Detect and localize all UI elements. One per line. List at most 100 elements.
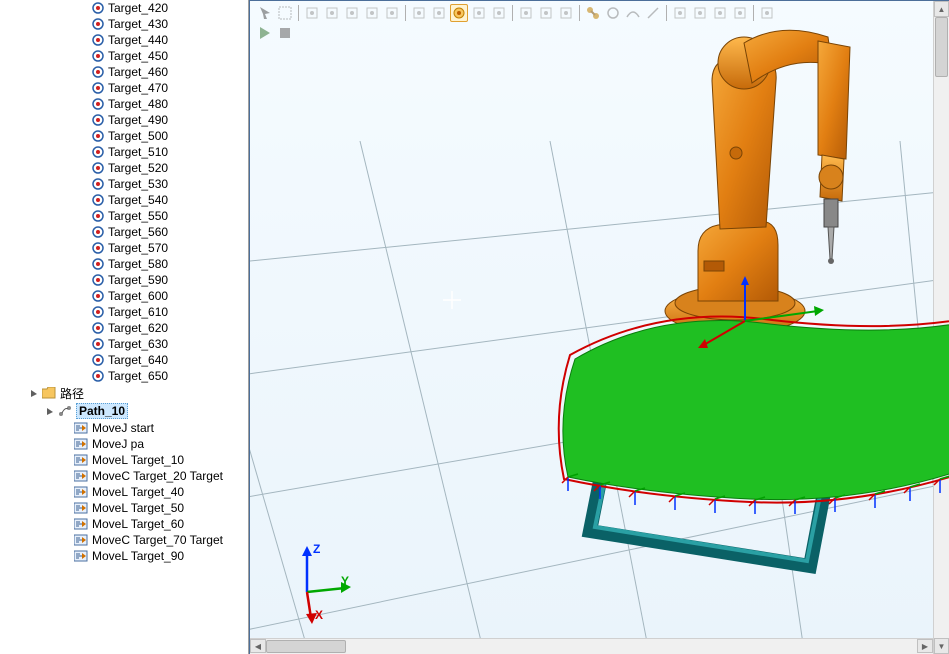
surface5-icon[interactable] bbox=[383, 4, 401, 22]
target-label: Target_420 bbox=[108, 1, 168, 15]
tree-item-target[interactable]: Target_560 bbox=[0, 224, 248, 240]
window-icon[interactable] bbox=[276, 4, 294, 22]
stop-icon[interactable] bbox=[276, 24, 294, 42]
scroll-thumb-horizontal[interactable] bbox=[266, 640, 346, 653]
target-label: Target_540 bbox=[108, 193, 168, 207]
target-label: Target_430 bbox=[108, 17, 168, 31]
target-icon bbox=[92, 354, 104, 366]
tree-item-target[interactable]: Target_580 bbox=[0, 256, 248, 272]
target-icon bbox=[92, 130, 104, 142]
snap-active-icon[interactable] bbox=[450, 4, 468, 22]
target-icon bbox=[92, 50, 104, 62]
circle1-icon[interactable] bbox=[604, 4, 622, 22]
move-label: MoveC Target_70 Target bbox=[92, 533, 223, 547]
move-instruction-icon bbox=[74, 454, 88, 466]
target-icon bbox=[92, 338, 104, 350]
curve-icon[interactable] bbox=[624, 4, 642, 22]
snap2-icon[interactable] bbox=[430, 4, 448, 22]
tree-group-paths[interactable]: 路径 bbox=[0, 384, 248, 402]
scroll-right-button[interactable]: ▶ bbox=[917, 639, 933, 653]
surface3-icon[interactable] bbox=[343, 4, 361, 22]
tree-item-target[interactable]: Target_590 bbox=[0, 272, 248, 288]
tree-item-move[interactable]: MoveL Target_10 bbox=[0, 452, 248, 468]
move-instruction-icon bbox=[74, 486, 88, 498]
move-instruction-icon bbox=[74, 550, 88, 562]
target-label: Target_650 bbox=[108, 369, 168, 383]
viewport-3d[interactable]: Z Y X ▲ ▼ ◀ ▶ bbox=[249, 0, 949, 654]
tree-item-target[interactable]: Target_610 bbox=[0, 304, 248, 320]
target-label: Target_630 bbox=[108, 337, 168, 351]
tree-item-move[interactable]: MoveC Target_70 Target bbox=[0, 532, 248, 548]
target-icon bbox=[92, 146, 104, 158]
tree-item-target[interactable]: Target_440 bbox=[0, 32, 248, 48]
align2-icon[interactable] bbox=[691, 4, 709, 22]
expander-icon[interactable] bbox=[44, 405, 56, 417]
tree-item-target[interactable]: Target_450 bbox=[0, 48, 248, 64]
tree-item-target[interactable]: Target_640 bbox=[0, 352, 248, 368]
align4-icon[interactable] bbox=[731, 4, 749, 22]
target-label: Target_450 bbox=[108, 49, 168, 63]
move-label: MoveL Target_40 bbox=[92, 485, 184, 499]
expander-icon[interactable] bbox=[28, 387, 40, 399]
tree-item-target[interactable]: Target_600 bbox=[0, 288, 248, 304]
move-instruction-icon bbox=[74, 438, 88, 450]
select-icon[interactable] bbox=[256, 4, 274, 22]
joint-icon[interactable] bbox=[584, 4, 602, 22]
target-icon bbox=[92, 82, 104, 94]
tree-item-target[interactable]: Target_500 bbox=[0, 128, 248, 144]
move-label: MoveC Target_20 Target bbox=[92, 469, 223, 483]
snap3-icon[interactable] bbox=[470, 4, 488, 22]
line-icon[interactable] bbox=[644, 4, 662, 22]
measure1-icon[interactable] bbox=[517, 4, 535, 22]
tree-item-target[interactable]: Target_650 bbox=[0, 368, 248, 384]
tree-item-target[interactable]: Target_520 bbox=[0, 160, 248, 176]
target-icon bbox=[92, 210, 104, 222]
target-label: Target_460 bbox=[108, 65, 168, 79]
tree-item-move[interactable]: MoveC Target_20 Target bbox=[0, 468, 248, 484]
surface4-icon[interactable] bbox=[363, 4, 381, 22]
tree-item-target[interactable]: Target_530 bbox=[0, 176, 248, 192]
path-name-label: Path_10 bbox=[76, 403, 128, 419]
tree-item-move[interactable]: MoveL Target_50 bbox=[0, 500, 248, 516]
view-icon[interactable] bbox=[758, 4, 776, 22]
tree-item-move[interactable]: MoveL Target_60 bbox=[0, 516, 248, 532]
target-label: Target_600 bbox=[108, 289, 168, 303]
tree-item-move[interactable]: MoveJ pa bbox=[0, 436, 248, 452]
tree-item-target[interactable]: Target_480 bbox=[0, 96, 248, 112]
tree-item-target[interactable]: Target_630 bbox=[0, 336, 248, 352]
scroll-left-button[interactable]: ◀ bbox=[250, 639, 266, 653]
move-instruction-icon bbox=[74, 502, 88, 514]
move-label: MoveL Target_50 bbox=[92, 501, 184, 515]
tree-item-target[interactable]: Target_430 bbox=[0, 16, 248, 32]
tree-item-target[interactable]: Target_420 bbox=[0, 0, 248, 16]
tree-item-target[interactable]: Target_620 bbox=[0, 320, 248, 336]
align1-icon[interactable] bbox=[671, 4, 689, 22]
scroll-down-button[interactable]: ▼ bbox=[934, 638, 949, 654]
tree-item-target[interactable]: Target_540 bbox=[0, 192, 248, 208]
tree-item-move[interactable]: MoveJ start bbox=[0, 420, 248, 436]
tree-item-target[interactable]: Target_510 bbox=[0, 144, 248, 160]
path-icon bbox=[58, 405, 72, 417]
tree-item-target[interactable]: Target_490 bbox=[0, 112, 248, 128]
measure3-icon[interactable] bbox=[557, 4, 575, 22]
tree-item-target[interactable]: Target_460 bbox=[0, 64, 248, 80]
measure2-icon[interactable] bbox=[537, 4, 555, 22]
surface2-icon[interactable] bbox=[323, 4, 341, 22]
tree-item-path[interactable]: Path_10 bbox=[0, 402, 248, 420]
play-icon[interactable] bbox=[256, 24, 274, 42]
target-label: Target_640 bbox=[108, 353, 168, 367]
tree-item-target[interactable]: Target_470 bbox=[0, 80, 248, 96]
snap1-icon[interactable] bbox=[410, 4, 428, 22]
tree-item-target[interactable]: Target_550 bbox=[0, 208, 248, 224]
surface1-icon[interactable] bbox=[303, 4, 321, 22]
axis-z-label: Z bbox=[313, 542, 320, 556]
scrollbar-horizontal[interactable]: ◀ ▶ bbox=[250, 638, 933, 654]
target-icon bbox=[92, 258, 104, 270]
tree-item-move[interactable]: MoveL Target_40 bbox=[0, 484, 248, 500]
snap4-icon[interactable] bbox=[490, 4, 508, 22]
tree-item-move[interactable]: MoveL Target_90 bbox=[0, 548, 248, 564]
target-icon bbox=[92, 242, 104, 254]
target-icon bbox=[92, 66, 104, 78]
align3-icon[interactable] bbox=[711, 4, 729, 22]
tree-item-target[interactable]: Target_570 bbox=[0, 240, 248, 256]
